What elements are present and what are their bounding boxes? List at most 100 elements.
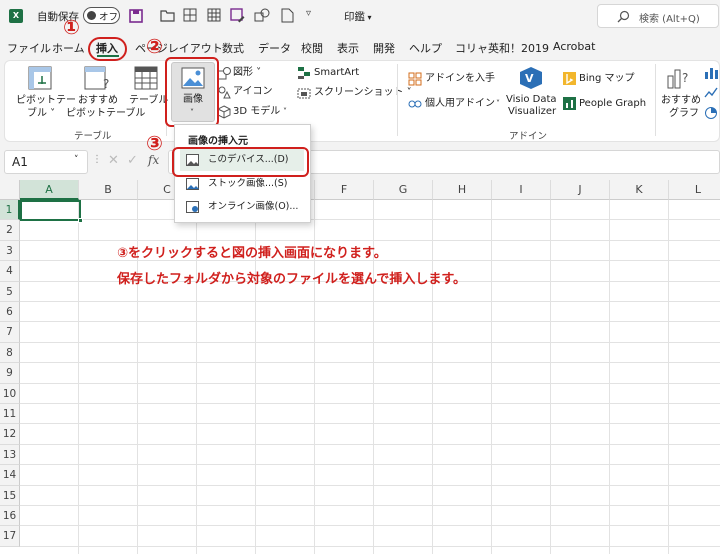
column-header[interactable]: A [20,180,79,200]
select-all-corner[interactable] [0,180,20,200]
grid-line [668,200,669,554]
tab-home[interactable]: ホーム [52,40,85,56]
edit-save-icon[interactable] [230,8,245,23]
grid-line [20,362,720,363]
tab-formulas[interactable]: 数式 [222,40,244,56]
row-header[interactable]: 9 [0,363,20,384]
row-header[interactable]: 15 [0,485,20,506]
row-header[interactable]: 14 [0,465,20,486]
screenshot-icon [297,88,311,99]
grid-select-icon[interactable] [207,8,221,22]
screenshot-button[interactable]: スクリーンショット ˅ [297,86,412,101]
row-header[interactable]: 11 [0,404,20,425]
column-header[interactable]: G [374,180,433,200]
people-graph-button[interactable]: People Graph [563,97,648,112]
fill-handle[interactable] [78,218,83,223]
column-header[interactable]: B [79,180,138,200]
bing-maps-button[interactable]: Bing マップ [563,72,643,87]
3d-models-button[interactable]: 3D モデル ˅ [217,105,292,120]
row-header[interactable]: 5 [0,281,20,302]
row-header[interactable]: 1 [0,200,20,221]
tab-developer[interactable]: 開発 [373,40,395,56]
smartart-icon [298,67,310,79]
column-header[interactable]: I [492,180,551,200]
tab-review[interactable]: 校閲 [301,40,323,56]
line-chart-icon[interactable] [704,86,718,99]
column-header[interactable]: K [610,180,669,200]
open-folder-icon[interactable] [160,9,175,22]
pivot-table-label-1: ピボットテー [16,95,76,106]
instruction-line-2: 保存したフォルダから対象のファイルを選んで挿入します。 [117,272,467,287]
search-box[interactable]: 検索 (Alt+Q) [597,4,719,28]
name-box[interactable]: A1 ˅ [4,150,88,174]
visio-button[interactable]: V Visio Data Visualizer [505,66,557,120]
tab-view[interactable]: 表示 [337,40,359,56]
title-bar: X 自動保存 オフ ▿ 印鑑 ▾ 検索 (Alt+Q) [0,0,720,34]
3d-models-label: 3D モデル [233,106,281,117]
column-header[interactable]: F [315,180,374,200]
row-header[interactable]: 8 [0,342,20,364]
row-header[interactable]: 16 [0,506,20,527]
ribbon-separator [397,64,398,136]
bar-chart-icon[interactable] [704,66,718,79]
row-header[interactable]: 6 [0,302,20,323]
svg-text:V: V [525,72,534,85]
row-header[interactable]: 3 [0,240,20,262]
cancel-entry-icon[interactable]: ✕ [108,153,119,168]
icons-button[interactable]: アイコン [217,85,275,100]
qat-more-icon[interactable]: ▿ [306,8,311,19]
recommended-charts-button[interactable]: ? おすすめ グラフ [658,64,703,122]
step-2-marker: ② [146,34,163,58]
tab-file[interactable]: ファイル [7,40,51,56]
get-addins-button[interactable]: アドインを入手 [408,72,498,87]
tab-acrobat[interactable]: Acrobat [553,40,595,53]
table-icon [134,66,158,90]
row-header[interactable]: 4 [0,261,20,282]
save-icon[interactable] [129,9,143,23]
shapes-add-icon[interactable] [254,8,270,23]
table-button[interactable]: テーブル [128,64,168,122]
print-menu[interactable]: 印鑑 ▾ [344,9,372,24]
bing-maps-icon [563,72,576,85]
grid-line [20,383,720,384]
tab-help[interactable]: ヘルプ [409,40,442,56]
grid-line [20,546,720,547]
chevron-down-icon: ▾ [365,13,372,22]
column-header[interactable]: H [433,180,492,200]
table-grid-icon[interactable] [183,8,197,22]
row-header[interactable]: 17 [0,526,20,547]
step-3-marker: ③ [146,131,163,155]
grid-line [20,301,720,302]
insert-function-icon[interactable]: fx [148,153,159,167]
tab-data[interactable]: データ [258,40,291,56]
document-icon[interactable] [281,8,294,23]
confirm-entry-icon[interactable]: ✓ [127,153,138,168]
stock-images-icon [186,178,199,190]
pivot-table-button[interactable]: ピボットテー ブル ˅ [12,64,76,122]
grid-line [78,200,79,554]
row-header[interactable]: 7 [0,322,20,343]
tab-korya-eiwa[interactable]: コリャ英和！2019 [455,40,549,56]
personal-addins-button[interactable]: 個人用アドイン ˅ [408,97,503,112]
recommended-pivot-button[interactable]: ? おすすめ ピボットテーブル [66,64,145,122]
visio-label-2: Visualizer [508,106,557,117]
grid-line [20,423,720,424]
recommended-pivot-icon: ? [84,66,109,90]
excel-app-icon: X [9,9,23,23]
autosave-toggle[interactable]: オフ [83,7,120,24]
pie-chart-icon[interactable] [704,106,718,119]
shapes-button[interactable]: 図形 ˅ [217,66,275,81]
smartart-button[interactable]: SmartArt [297,66,367,81]
column-header[interactable]: L [669,180,720,200]
column-header[interactable]: J [551,180,610,200]
store-icon [408,72,422,86]
active-cell[interactable] [20,200,81,221]
menu-item-online-images[interactable]: オンライン画像(O)... [180,196,304,218]
row-header[interactable]: 13 [0,444,20,466]
row-header[interactable]: 10 [0,383,20,404]
grid-line [20,342,720,343]
row-header[interactable]: 2 [0,220,20,241]
grid-line [20,464,720,465]
grid-line [20,321,720,322]
row-header[interactable]: 12 [0,424,20,445]
